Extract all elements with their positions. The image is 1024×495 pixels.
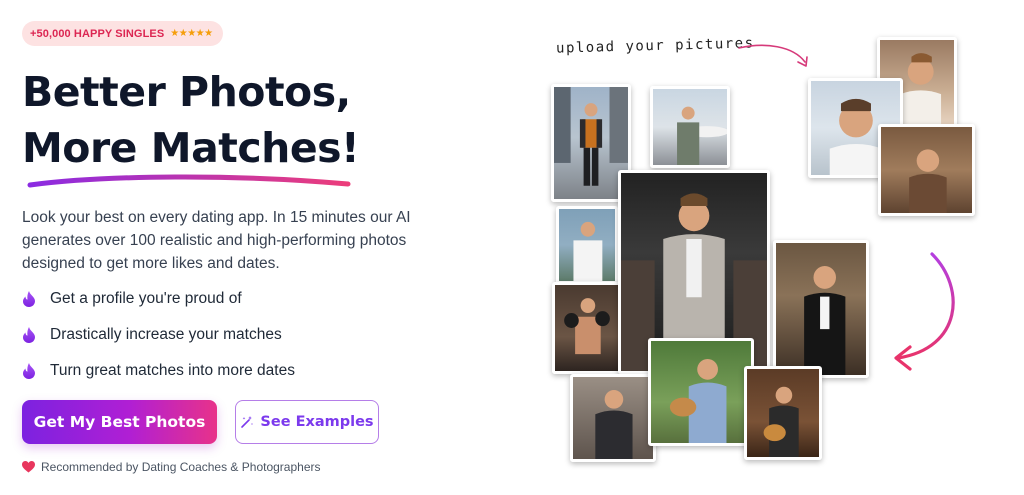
hero-description: Look your best on every dating app. In 1… — [22, 209, 411, 272]
feature-text: Get a profile you're proud of — [50, 290, 242, 307]
feature-text: Drastically increase your matches — [50, 326, 282, 343]
feature-item: Get a profile you're proud of — [22, 288, 295, 310]
magic-wand-icon — [241, 416, 254, 428]
feature-text: Turn great matches into more dates — [50, 362, 295, 379]
recommendation-text: Recommended by Dating Coaches & Photogra… — [41, 460, 321, 474]
feature-list: Get a profile you're proud of Drasticall… — [22, 288, 295, 396]
flame-icon — [23, 327, 35, 343]
collage-photo-tuxedo — [773, 240, 869, 378]
curved-arrow-icon — [738, 44, 808, 67]
curved-arrow-icon — [894, 252, 955, 371]
collage-photo-jet — [650, 86, 730, 168]
happy-singles-badge: +50,000 HAPPY SINGLES ★★★★★ — [22, 21, 223, 46]
collage-photo-boxing — [552, 282, 622, 374]
collage-photo-car — [570, 374, 656, 462]
collage-photo-dog — [648, 338, 754, 446]
feature-item: Drastically increase your matches — [22, 324, 295, 346]
upload-pictures-note: upload your pictures — [555, 35, 755, 57]
recommendation-line: Recommended by Dating Coaches & Photogra… — [22, 460, 321, 474]
rating-stars-icon: ★★★★★ — [170, 28, 213, 39]
badge-text: +50,000 HAPPY SINGLES — [30, 27, 165, 40]
headline-line-1: Better Photos, — [22, 68, 351, 116]
feature-item: Turn great matches into more dates — [22, 360, 295, 382]
get-best-photos-button[interactable]: Get My Best Photos — [22, 400, 217, 444]
collage-photo-lake — [556, 206, 618, 284]
flame-icon — [23, 291, 35, 307]
heart-icon — [22, 461, 35, 473]
collage-photo-guitar — [744, 366, 822, 460]
see-examples-label: See Examples — [260, 414, 374, 430]
see-examples-button[interactable]: See Examples — [235, 400, 379, 444]
uploaded-photo-stairs — [878, 124, 975, 216]
flame-icon — [23, 363, 35, 379]
headline-line-2: More Matches! — [22, 124, 360, 172]
hero-headline: Better Photos, More Matches! — [22, 64, 360, 176]
headline-underline-icon — [27, 174, 351, 188]
